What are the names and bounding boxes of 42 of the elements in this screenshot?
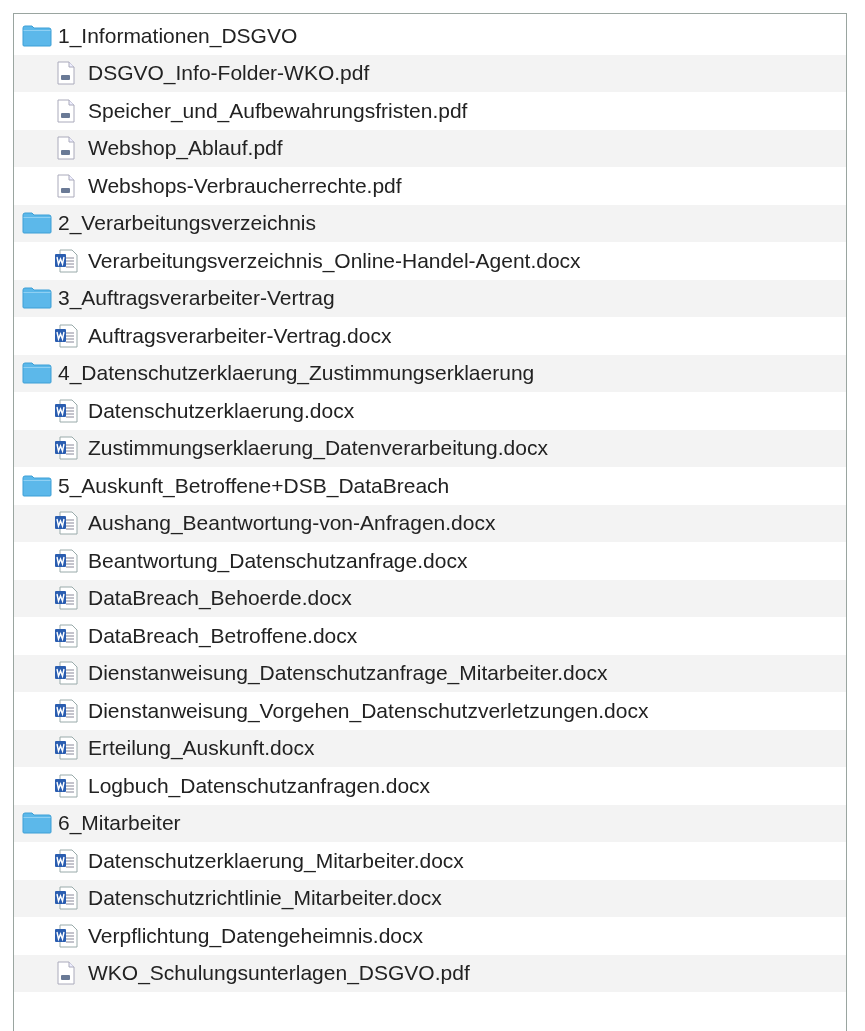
file-name[interactable]: Verarbeitungsverzeichnis_Online-Handel-Agent.docx [88, 248, 581, 273]
word-document-icon [54, 623, 78, 648]
word-document-icon [54, 886, 78, 911]
file-name[interactable]: Auftragsverarbeiter-Vertrag.docx [88, 323, 392, 348]
word-document-icon [54, 323, 78, 348]
file-name[interactable]: Webshop_Ablauf.pdf [88, 136, 283, 161]
word-document-icon [54, 848, 78, 873]
word-document-icon [54, 248, 78, 273]
pdf-document-icon [54, 173, 78, 198]
folder-icon [22, 212, 52, 235]
folder-name[interactable]: 6_Mitarbeiter [58, 811, 181, 836]
file-name[interactable]: Datenschutzerklaerung.docx [88, 398, 355, 423]
file-name[interactable]: Datenschutzerklaerung_Mitarbeiter.docx [88, 848, 464, 873]
file-name[interactable]: Dienstanweisung_Vorgehen_Datenschutzverletzungen.docx [88, 698, 649, 723]
word-document-icon [54, 398, 78, 423]
word-document-icon [54, 436, 78, 461]
pdf-document-icon [54, 961, 78, 986]
file-name[interactable]: Beantwortung_Datenschutzanfrage.docx [88, 548, 468, 573]
file-name[interactable]: Logbuch_Datenschutzanfragen.docx [88, 773, 431, 798]
word-document-icon [54, 923, 78, 948]
word-document-icon [54, 661, 78, 686]
file-name[interactable]: Speicher_und_Aufbewahrungsfristen.pdf [88, 98, 468, 123]
folder-icon [22, 24, 52, 47]
folder-icon [22, 812, 52, 835]
folder-name[interactable]: 1_Informationen_DSGVO [58, 23, 298, 48]
pdf-document-icon [54, 136, 78, 161]
word-document-icon [54, 548, 78, 573]
word-document-icon [54, 736, 78, 761]
file-name[interactable]: Verpflichtung_Datengeheimnis.docx [88, 923, 424, 948]
pdf-document-icon [54, 98, 78, 123]
word-document-icon [54, 586, 78, 611]
folder-icon [22, 287, 52, 310]
folder-icon [22, 362, 52, 385]
word-document-icon [54, 773, 78, 798]
folder-icon [22, 474, 52, 497]
file-name[interactable]: Webshops-Verbraucherrechte.pdf [88, 173, 402, 198]
word-document-icon [54, 698, 78, 723]
folder-name[interactable]: 5_Auskunft_Betroffene+DSB_DataBreach [58, 473, 450, 498]
file-name[interactable]: DataBreach_Betroffene.docx [88, 623, 358, 648]
pdf-document-icon [54, 61, 78, 86]
file-name[interactable]: Erteilung_Auskunft.docx [88, 736, 315, 761]
word-document-icon [54, 511, 78, 536]
